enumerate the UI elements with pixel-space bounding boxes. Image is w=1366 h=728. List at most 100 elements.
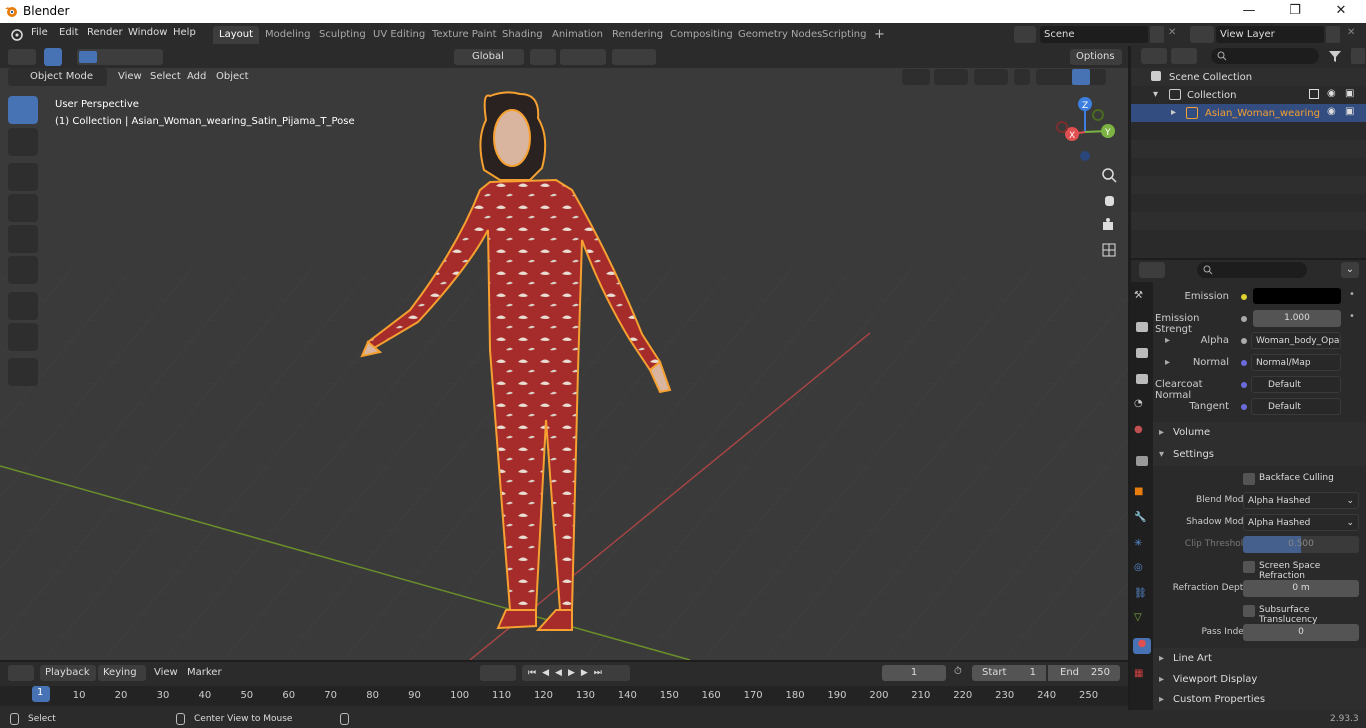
delete-view-layer-icon[interactable]: ✕	[1347, 27, 1355, 38]
socket-icon[interactable]	[1241, 338, 1247, 344]
pass-index-field[interactable]: 0	[1243, 624, 1359, 641]
zoom-icon[interactable]	[1100, 166, 1118, 184]
annotate-tool-icon[interactable]	[8, 292, 38, 320]
eye-icon[interactable]: ◉	[1327, 106, 1336, 117]
socket-icon[interactable]	[1241, 360, 1247, 366]
active-tool-icon[interactable]	[44, 48, 62, 66]
output-tab-icon[interactable]	[1136, 348, 1148, 358]
playback-dropdown[interactable]: Playback	[40, 665, 96, 681]
minimize-button[interactable]: —	[1226, 1, 1272, 21]
refraction-depth-field[interactable]: 0 m	[1243, 580, 1359, 597]
tab-animation[interactable]: Animation	[546, 26, 609, 44]
maximize-button[interactable]: ❐	[1272, 1, 1318, 21]
material-preview-icon[interactable]	[1072, 69, 1090, 85]
close-button[interactable]: ✕	[1318, 1, 1364, 21]
character-model[interactable]	[360, 90, 680, 635]
emission-color-swatch[interactable]	[1253, 288, 1341, 304]
view-layer-browse-icon[interactable]	[1190, 26, 1214, 43]
delete-scene-icon[interactable]: ✕	[1168, 27, 1176, 38]
visibility-icon[interactable]	[902, 69, 930, 85]
gizmo-toggle-icon[interactable]	[934, 69, 968, 85]
tab-sculpting[interactable]: Sculpting	[313, 26, 372, 44]
render-camera-icon[interactable]: ▣	[1345, 88, 1354, 99]
view-layer-tab-icon[interactable]	[1136, 374, 1148, 384]
auto-keying-record-icon[interactable]	[480, 665, 516, 681]
stopwatch-icon[interactable]: ⏱	[954, 666, 962, 677]
emission-socket-icon[interactable]	[1241, 294, 1247, 300]
properties-search-input[interactable]	[1197, 262, 1307, 278]
volume-section-header[interactable]: ▸ Volume	[1153, 422, 1366, 444]
navigation-gizmo[interactable]: Z X Y	[1052, 94, 1122, 164]
outliner-row-scene-collection[interactable]: Scene Collection	[1131, 68, 1366, 86]
outliner-row-object[interactable]: ▸ Asian_Woman_wearing_S ◉ ▣	[1131, 104, 1366, 122]
properties-editor-icon[interactable]	[1139, 262, 1165, 278]
scene-tab-icon[interactable]: ◔	[1134, 398, 1150, 414]
scale-tool-icon[interactable]	[8, 225, 38, 253]
normal-link-field[interactable]: Normal/Map	[1251, 354, 1341, 371]
keyframe-dot-icon[interactable]: •	[1349, 311, 1355, 322]
pan-hand-icon[interactable]	[1100, 191, 1118, 209]
tool-tab-icon[interactable]: ⚒	[1134, 290, 1150, 306]
object-tab-icon[interactable]: ■	[1134, 486, 1150, 502]
modifier-wrench-icon[interactable]: 🔧	[1134, 512, 1150, 528]
menu-window[interactable]: Window	[128, 27, 167, 38]
outliner-search-input[interactable]	[1211, 48, 1319, 64]
viewport-menu-add[interactable]: Add	[187, 71, 206, 82]
sss-checkbox[interactable]	[1243, 605, 1255, 617]
settings-section-header[interactable]: ▾ Settings	[1153, 444, 1366, 466]
scene-name-field[interactable]: Scene	[1040, 26, 1148, 43]
editor-type-icon[interactable]	[8, 49, 36, 65]
tab-modeling[interactable]: Modeling	[259, 26, 317, 44]
select-mode-buttons[interactable]	[77, 49, 163, 65]
physics-tab-icon[interactable]: ◎	[1134, 562, 1150, 578]
timeline-menu-marker[interactable]: Marker	[187, 667, 222, 678]
perspective-toggle-icon[interactable]	[1100, 241, 1118, 259]
tab-rendering[interactable]: Rendering	[606, 26, 669, 44]
filter-icon[interactable]	[1327, 48, 1349, 64]
particles-tab-icon[interactable]: ✳	[1134, 538, 1150, 554]
menu-render[interactable]: Render	[87, 27, 123, 38]
current-frame-field[interactable]: 1	[882, 665, 946, 681]
end-frame-field[interactable]: End 250	[1048, 665, 1120, 681]
texture-tab-icon[interactable]: ▦	[1134, 668, 1150, 684]
keying-dropdown[interactable]: Keying	[98, 665, 146, 681]
new-view-layer-icon[interactable]	[1326, 26, 1340, 43]
socket-icon[interactable]	[1241, 404, 1247, 410]
start-frame-field[interactable]: Start 1	[972, 665, 1046, 681]
new-collection-icon[interactable]	[1351, 48, 1365, 64]
3d-viewport[interactable]: Object Mode View Select Add Object User …	[0, 68, 1128, 660]
measure-tool-icon[interactable]	[8, 323, 38, 351]
emission-strength-field[interactable]: 1.000	[1253, 310, 1341, 327]
line-art-section-header[interactable]: ▸ Line Art	[1153, 648, 1366, 669]
xray-icon[interactable]	[1014, 69, 1030, 85]
outliner-row-collection[interactable]: ▾ Collection ◉ ▣	[1131, 86, 1366, 104]
display-mode-icon[interactable]	[1171, 48, 1197, 64]
tangent-field[interactable]: Default	[1251, 398, 1341, 415]
overlay-toggle-icon[interactable]	[974, 69, 1008, 85]
viewport-menu-select[interactable]: Select	[150, 71, 181, 82]
snap-icon[interactable]	[560, 49, 606, 65]
playback-controls[interactable]: ⏮◀◀▶▶⏭	[522, 665, 630, 681]
timeline-menu-view[interactable]: View	[154, 667, 178, 678]
add-cube-tool-icon[interactable]	[8, 358, 38, 386]
blender-menu-icon[interactable]	[8, 27, 24, 41]
camera-icon[interactable]	[1100, 216, 1118, 234]
menu-help[interactable]: Help	[173, 27, 196, 38]
viewport-menu-object[interactable]: Object	[216, 71, 249, 82]
view-layer-field[interactable]: View Layer	[1216, 26, 1324, 43]
cursor-tool-icon[interactable]	[8, 128, 38, 156]
expand-arrow-icon[interactable]: ▸	[1171, 107, 1176, 118]
expand-arrow-icon[interactable]: ▾	[1153, 89, 1158, 100]
ssr-checkbox[interactable]	[1243, 561, 1255, 573]
keyframe-dot-icon[interactable]: •	[1349, 289, 1355, 300]
tab-texture-paint[interactable]: Texture Paint	[426, 26, 503, 44]
timeline-ruler[interactable]: 10 20 30 40 50 60 70 80 90 100 110 120 130 140 150 160 1…	[0, 686, 1128, 706]
tab-compositing[interactable]: Compositing	[664, 26, 739, 44]
tab-layout[interactable]: Layout	[213, 26, 259, 44]
select-new-icon[interactable]	[79, 51, 97, 63]
render-camera-icon[interactable]: ▣	[1345, 106, 1354, 117]
custom-properties-section-header[interactable]: ▸ Custom Properties	[1153, 690, 1366, 710]
scene-browse-icon[interactable]	[1014, 26, 1036, 43]
options-dropdown[interactable]: Options	[1070, 49, 1122, 65]
chevron-down-icon[interactable]: ⌄	[1341, 262, 1359, 278]
